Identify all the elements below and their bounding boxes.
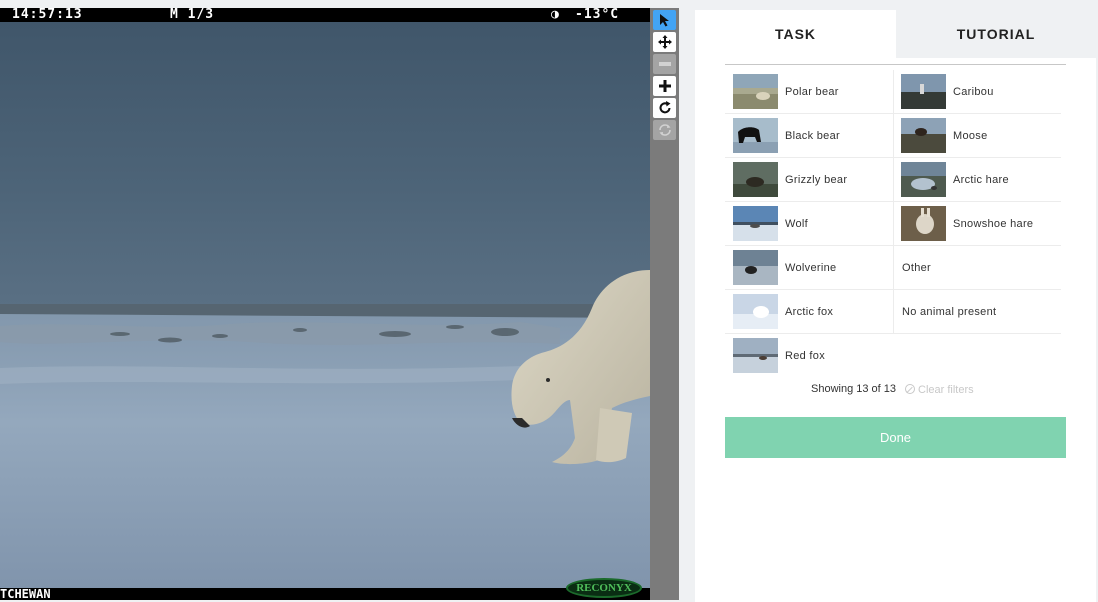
clear-filters-label: Clear filters <box>918 384 974 396</box>
choice-label: No animal present <box>902 305 997 318</box>
subject-image[interactable]: 14:57:13 M 1/3 ◑ -13°C TCHEWAN RECONYX <box>0 8 650 600</box>
choice-label: Other <box>902 261 932 274</box>
arctic-fox-thumbnail <box>733 294 778 329</box>
tab-task[interactable]: TASK <box>695 10 896 58</box>
showing-count: Showing 13 of 13 <box>811 383 897 395</box>
choice-label: Black bear <box>785 129 840 142</box>
reset-icon[interactable] <box>653 120 676 140</box>
camera-info-bar: 14:57:13 M 1/3 ◑ -13°C <box>0 8 650 22</box>
choice-label: Arctic fox <box>785 305 834 318</box>
reconyx-logo: RECONYX <box>566 578 642 598</box>
choice-moose[interactable]: Moose <box>893 114 1061 158</box>
location-text: TCHEWAN <box>0 587 51 601</box>
choice-black-bear[interactable]: Black bear <box>725 114 893 158</box>
choice-label: Wolf <box>785 217 809 230</box>
choice-arctic-fox[interactable]: Arctic fox <box>725 290 893 334</box>
task-panel: TASK TUTORIAL Polar bear Black bear Griz… <box>695 10 1096 602</box>
minus-icon[interactable] <box>653 54 676 74</box>
choice-label: Moose <box>953 129 988 142</box>
choice-grizzly-bear[interactable]: Grizzly bear <box>725 158 893 202</box>
rotate-icon[interactable] <box>653 98 676 118</box>
polar-bear-thumbnail <box>733 74 778 109</box>
camera-mode: M 1/3 <box>170 8 215 22</box>
image-toolbar <box>650 8 679 600</box>
choice-arctic-hare[interactable]: Arctic hare <box>893 158 1061 202</box>
timestamp: 14:57:13 <box>12 8 83 22</box>
choice-label: Snowshoe hare <box>953 217 1034 230</box>
black-bear-thumbnail <box>733 118 778 153</box>
tab-tutorial[interactable]: TUTORIAL <box>896 10 1096 58</box>
divider <box>725 64 1066 65</box>
done-button[interactable]: Done <box>725 417 1066 458</box>
choice-other[interactable]: Other <box>893 246 1061 290</box>
choice-label: Grizzly bear <box>785 173 848 186</box>
camera-location-bar: TCHEWAN <box>0 588 650 600</box>
choice-label: Arctic hare <box>953 173 1009 186</box>
red-fox-thumbnail <box>733 338 778 373</box>
caribou-thumbnail <box>901 74 946 109</box>
choice-red-fox[interactable]: Red fox <box>725 334 893 378</box>
temperature: -13°C <box>575 8 620 22</box>
choice-wolverine[interactable]: Wolverine <box>725 246 893 290</box>
moose-thumbnail <box>901 118 946 153</box>
clear-filters-button[interactable]: Clear filters <box>905 383 974 396</box>
choice-caribou[interactable]: Caribou <box>893 70 1061 114</box>
choice-label: Polar bear <box>785 85 839 98</box>
choice-polar-bear[interactable]: Polar bear <box>725 70 893 114</box>
filter-status: Showing 13 of 13 Clear filters <box>725 381 1066 397</box>
choice-label: Caribou <box>953 85 994 98</box>
camera-trap-photo <box>0 8 650 600</box>
move-icon[interactable] <box>653 32 676 52</box>
arctic-hare-thumbnail <box>901 162 946 197</box>
choice-label: Wolverine <box>785 261 837 274</box>
panel-tabs: TASK TUTORIAL <box>695 10 1096 58</box>
choice-snowshoe-hare[interactable]: Snowshoe hare <box>893 202 1061 246</box>
choice-no-animal-present[interactable]: No animal present <box>893 290 1061 334</box>
plus-icon[interactable] <box>653 76 676 96</box>
moon-half-icon: ◑ <box>551 8 560 22</box>
choice-wolf[interactable]: Wolf <box>725 202 893 246</box>
clear-filter-icon <box>905 384 915 394</box>
grizzly-bear-thumbnail <box>733 162 778 197</box>
wolf-thumbnail <box>733 206 778 241</box>
snowshoe-hare-thumbnail <box>901 206 946 241</box>
choice-label: Red fox <box>785 350 826 362</box>
wolverine-thumbnail <box>733 250 778 285</box>
cursor-arrow-icon[interactable] <box>653 10 676 30</box>
